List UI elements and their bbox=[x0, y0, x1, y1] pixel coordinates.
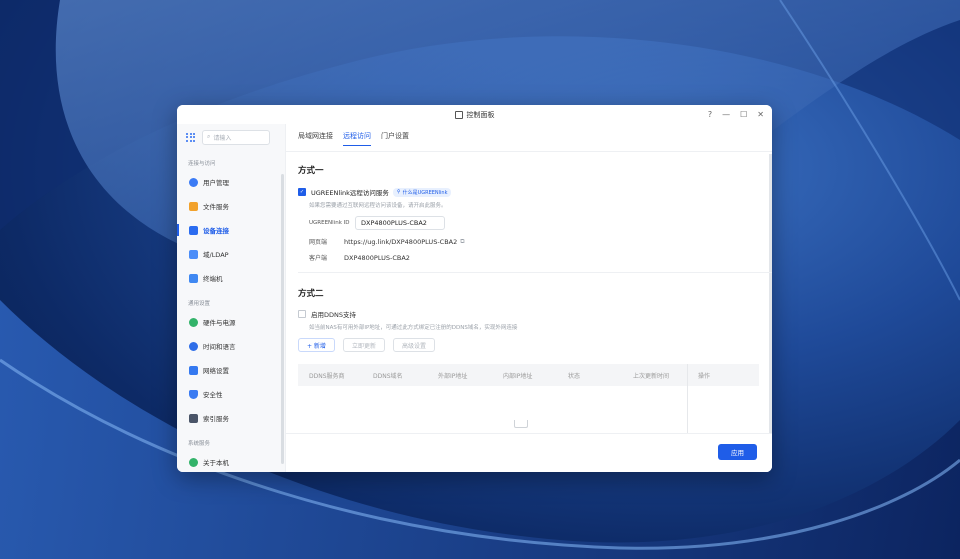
ugreenlink-checkbox[interactable]: ✓ bbox=[298, 188, 306, 196]
table-column-divider bbox=[687, 364, 688, 444]
sidebar-item-user-management[interactable]: 用户管理 bbox=[177, 170, 285, 194]
window-controls: ? — ☐ ✕ bbox=[708, 105, 764, 124]
tab-portal-settings[interactable]: 门户设置 bbox=[381, 124, 409, 148]
ddns-table-header: DDNS服务商 DDNS域名 外部IP地址 内部IP地址 状态 上次更新时间 操… bbox=[298, 364, 759, 386]
update-now-button[interactable]: 立即更新 bbox=[342, 338, 385, 352]
tab-lan-connection[interactable]: 局域网连接 bbox=[298, 124, 333, 148]
column-header: 内部IP地址 bbox=[503, 372, 533, 380]
ugreenlink-service-label: UGREENlink远程访问服务 bbox=[311, 189, 389, 197]
sidebar-item-label: 文件服务 bbox=[203, 203, 229, 211]
folder-icon bbox=[189, 201, 198, 211]
info-icon bbox=[189, 457, 198, 467]
sidebar-item-label: 关于本机 bbox=[203, 459, 229, 467]
domain-icon bbox=[189, 249, 198, 259]
tab-bar: 局域网连接 远程访问 门户设置 bbox=[298, 124, 409, 148]
footer-bar: 应用 bbox=[286, 433, 772, 472]
sidebar-scrollbar[interactable] bbox=[281, 174, 284, 464]
sidebar-section-title: 连接与访问 bbox=[188, 161, 216, 167]
network-icon bbox=[189, 365, 198, 375]
minimize-icon[interactable]: — bbox=[722, 110, 730, 119]
close-icon[interactable]: ✕ bbox=[757, 110, 764, 119]
ugreenlink-id-input[interactable]: DXP4800PLUS-CBA2 bbox=[355, 216, 445, 230]
web-url[interactable]: https://ug.link/DXP4800PLUS-CBA2 bbox=[344, 238, 457, 246]
tab-divider bbox=[286, 151, 772, 152]
sidebar-section-title: 通用设置 bbox=[188, 301, 211, 307]
user-icon bbox=[189, 177, 198, 187]
sidebar-item-label: 网络设置 bbox=[203, 367, 229, 375]
control-panel-icon bbox=[454, 110, 463, 119]
sidebar-item-file-services[interactable]: 文件服务 bbox=[177, 194, 285, 218]
search-input[interactable]: ⌕ 请输入 bbox=[202, 129, 270, 145]
ddns-label: 启用DDNS支持 bbox=[311, 311, 356, 319]
column-header: DDNS服务商 bbox=[309, 372, 345, 380]
terminal-icon bbox=[189, 273, 198, 283]
sidebar-item-security[interactable]: 安全性 bbox=[177, 382, 285, 406]
device-icon bbox=[189, 225, 198, 235]
shield-icon bbox=[189, 389, 198, 399]
column-header: 状态 bbox=[568, 372, 581, 380]
power-icon bbox=[189, 317, 198, 327]
sidebar-item-label: 时间和语言 bbox=[203, 343, 236, 351]
sidebar-item-label: 硬件与电源 bbox=[203, 319, 236, 327]
ddns-hint: 如当前NAS有可用外部IP地址，可通过此方式绑定已注册的DDNS域名，实现外网连… bbox=[309, 325, 518, 331]
ddns-checkbox[interactable] bbox=[298, 310, 306, 318]
app-grid-icon[interactable] bbox=[186, 132, 195, 142]
copy-icon[interactable]: ⧉ bbox=[460, 238, 464, 246]
remote-access-content: 方式一 ✓ UGREENlink远程访问服务 ⚲ 什么是UGREENlink 如… bbox=[298, 164, 772, 444]
title-bar: 控制面板 ? — ☐ ✕ bbox=[177, 105, 772, 125]
empty-state-icon bbox=[514, 420, 528, 428]
method1-title: 方式一 bbox=[298, 166, 324, 176]
sidebar-item-network[interactable]: 网络设置 bbox=[177, 358, 285, 382]
sidebar-item-label: 索引服务 bbox=[203, 415, 229, 423]
clock-icon bbox=[189, 341, 198, 351]
sidebar-item-label: 安全性 bbox=[203, 391, 223, 399]
sidebar: ⌕ 请输入 连接与访问 用户管理 文件服务 设备连接 域/LDAP 终端机 通用… bbox=[177, 124, 286, 472]
sidebar-item-time-language[interactable]: 时间和语言 bbox=[177, 334, 285, 358]
web-label: 网页端 bbox=[309, 239, 328, 246]
sidebar-item-label: 终端机 bbox=[203, 275, 223, 283]
column-header: 外部IP地址 bbox=[438, 372, 468, 380]
column-header: 操作 bbox=[698, 372, 711, 380]
search-placeholder: 请输入 bbox=[213, 134, 232, 142]
tab-remote-access[interactable]: 远程访问 bbox=[343, 124, 371, 148]
sidebar-item-terminal[interactable]: 终端机 bbox=[177, 266, 285, 290]
main-scrollbar[interactable] bbox=[769, 154, 772, 454]
window-title: 控制面板 bbox=[466, 110, 495, 119]
section-divider bbox=[298, 272, 772, 273]
sidebar-item-index-service[interactable]: 索引服务 bbox=[177, 406, 285, 430]
control-panel-window: 控制面板 ? — ☐ ✕ ⌕ 请输入 连接与访问 用户管理 文件服务 设备连接 … bbox=[177, 105, 772, 472]
advanced-settings-button[interactable]: 高级设置 bbox=[392, 338, 435, 352]
column-header: 上次更新时间 bbox=[633, 372, 670, 380]
search-icon: ⌕ bbox=[207, 133, 211, 140]
sidebar-item-domain-ldap[interactable]: 域/LDAP bbox=[177, 242, 285, 266]
main-panel: 局域网连接 远程访问 门户设置 方式一 ✓ UGREENlink远程访问服务 ⚲… bbox=[286, 124, 772, 472]
sidebar-section-title: 系统服务 bbox=[188, 441, 211, 447]
sidebar-item-hardware-power[interactable]: 硬件与电源 bbox=[177, 310, 285, 334]
location-pin-icon: ⚲ bbox=[396, 189, 401, 195]
apply-button[interactable]: 应用 bbox=[718, 444, 757, 460]
help-icon[interactable]: ? bbox=[708, 110, 712, 119]
index-icon bbox=[189, 413, 198, 423]
what-is-ugreenlink-link[interactable]: ⚲ 什么是UGREENlink bbox=[392, 187, 452, 197]
sidebar-item-label: 设备连接 bbox=[203, 227, 229, 235]
sidebar-item-about[interactable]: 关于本机 bbox=[177, 450, 285, 472]
column-header: DDNS域名 bbox=[373, 372, 403, 380]
ugreenlink-hint: 如果您需要通过互联网远程访问该设备，请开启此服务。 bbox=[309, 203, 447, 209]
client-label: 客户端 bbox=[309, 255, 328, 262]
ugreenlink-id-label: UGREENlink ID bbox=[309, 220, 350, 226]
client-value: DXP4800PLUS-CBA2 bbox=[344, 253, 410, 262]
what-is-ugreenlink-label: 什么是UGREENlink bbox=[402, 189, 448, 196]
sidebar-item-device-connection[interactable]: 设备连接 bbox=[177, 218, 285, 242]
sidebar-item-label: 用户管理 bbox=[203, 179, 229, 187]
sidebar-item-label: 域/LDAP bbox=[203, 251, 229, 259]
method2-title: 方式二 bbox=[298, 289, 324, 299]
add-ddns-button[interactable]: + 新增 bbox=[298, 338, 335, 352]
maximize-icon[interactable]: ☐ bbox=[740, 110, 747, 119]
